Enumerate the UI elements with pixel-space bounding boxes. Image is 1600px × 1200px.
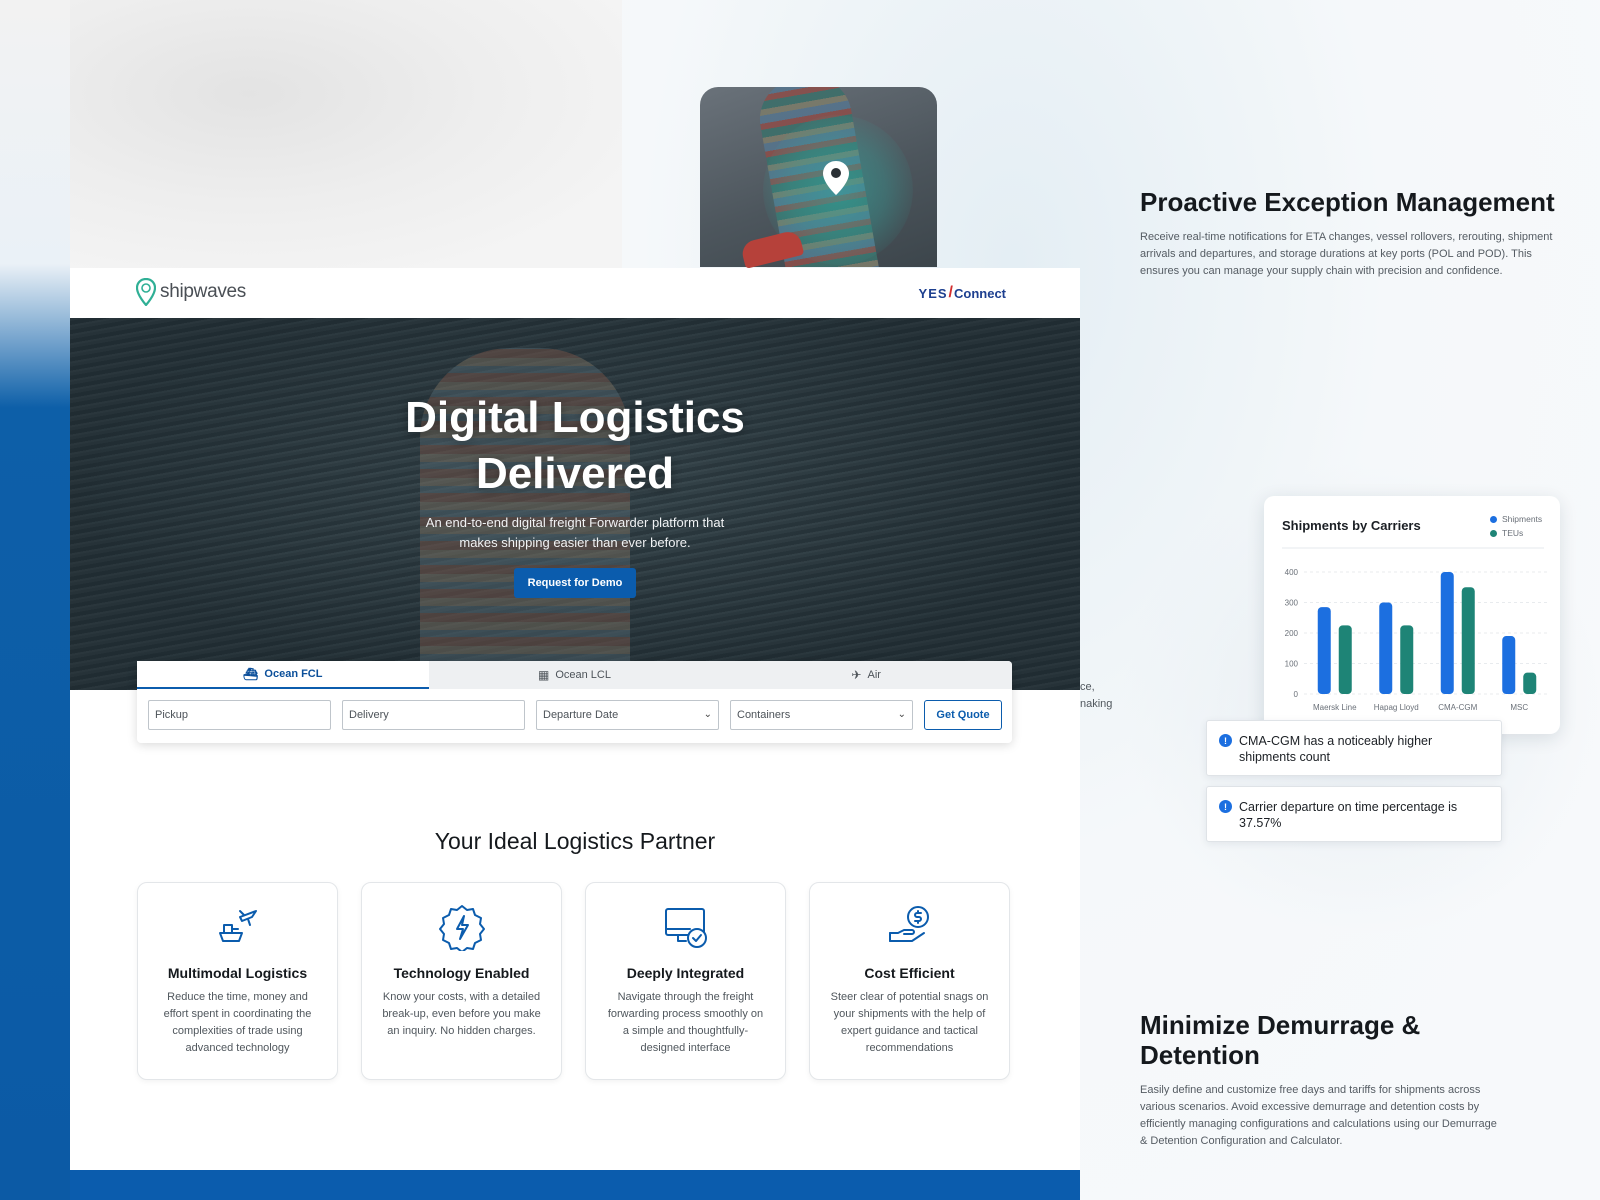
section-title: Your Ideal Logistics Partner <box>434 828 716 854</box>
site-navbar: shipwaves YES / Connect <box>70 268 1080 318</box>
tab-label: Air <box>867 669 881 681</box>
hero-title: Digital Logistics Delivered <box>70 390 1080 502</box>
insight-note: ! CMA-CGM has a noticeably higher shipme… <box>1206 720 1502 776</box>
bar-shipments <box>1502 636 1516 694</box>
card-technology-enabled: Technology Enabled Know your costs, with… <box>361 882 562 1080</box>
feature-title: Proactive Exception Management <box>1140 187 1555 217</box>
card-cost-efficient: Cost Efficient Steer clear of potential … <box>809 882 1010 1080</box>
bar-shipments <box>1440 572 1454 694</box>
x-tick-label: Hapag Lloyd <box>1374 703 1419 712</box>
quote-tabs: ⛴ Ocean FCL ▦ Ocean LCL ✈ Air <box>137 661 1012 689</box>
card-title: Cost Efficient <box>864 965 955 981</box>
delivery-input[interactable]: Delivery <box>342 700 525 730</box>
partner-logo-connect: Connect <box>954 285 1006 301</box>
chevron-down-icon: ⌄ <box>897 709 906 720</box>
chevron-down-icon: ⌄ <box>703 709 712 720</box>
departure-date-select[interactable]: Departure Date ⌄ <box>536 700 719 730</box>
plane-icon: ✈ <box>851 668 862 682</box>
location-pin-icon <box>823 161 849 195</box>
feature-demurrage-detention: Minimize Demurrage & Detention Easily de… <box>1140 1010 1500 1150</box>
shipwaves-logo[interactable]: shipwaves <box>136 278 246 306</box>
containers-label: Containers <box>737 709 791 721</box>
card-title: Multimodal Logistics <box>167 965 308 981</box>
footer-band <box>70 1170 1080 1200</box>
monitor-check-icon <box>664 908 707 948</box>
bar-teus <box>1400 625 1414 694</box>
hero-title-text: Digital Logistics Delivered <box>405 393 745 498</box>
y-tick-label: 100 <box>1285 660 1299 669</box>
hero-subtitle: An end-to-end digital freight Forwarder … <box>425 515 725 550</box>
website-frame: shipwaves YES / Connect Digital Logistic… <box>70 268 1080 1200</box>
bar-shipments <box>1379 602 1393 694</box>
bar-teus <box>1461 587 1475 694</box>
y-tick-label: 300 <box>1285 599 1299 608</box>
note-text: CMA-CGM has a noticeably higher shipment… <box>1239 734 1433 764</box>
info-icon: ! <box>1219 800 1232 813</box>
card-description: Steer clear of potential snags on your s… <box>830 991 989 1054</box>
feature-text: Easily define and customize free days an… <box>1140 1084 1497 1147</box>
card-multimodal-logistics: Multimodal Logistics Reduce the time, mo… <box>137 882 338 1080</box>
request-demo-button[interactable]: Request for Demo <box>514 568 636 598</box>
card-description: Know your costs, with a detailed break-u… <box>382 991 541 1037</box>
background-blur-panel <box>0 0 622 268</box>
get-quote-button[interactable]: Get Quote <box>924 700 1002 730</box>
logo-text: shipwaves <box>160 281 247 302</box>
x-tick-label: MSC <box>1510 703 1528 712</box>
container-icon: ▦ <box>538 668 550 682</box>
x-tick-label: CMA-CGM <box>1438 703 1477 712</box>
quote-fields: Pickup Delivery Departure Date ⌄ Contain… <box>148 700 1002 730</box>
tab-label: Ocean FCL <box>264 668 323 680</box>
feature-text: Receive real-time notifications for ETA … <box>1140 231 1553 277</box>
card-title: Deeply Integrated <box>626 965 745 981</box>
cropped-text-line: ce, <box>1080 681 1095 693</box>
insight-note: ! Carrier departure on time percentage i… <box>1206 786 1502 842</box>
bar-chart: 0 100 200 300 400 Maersk Line Hapag Lloyd CMA-C… <box>1282 547 1550 712</box>
logo-pin-icon <box>136 278 156 306</box>
yes-connect-logo[interactable]: YES / Connect <box>919 284 1006 302</box>
background-blue-strip <box>0 0 70 1200</box>
bar-teus <box>1338 625 1352 694</box>
ship-icon: ⛴ <box>243 667 259 681</box>
card-description: Navigate through the freight forwarding … <box>607 991 764 1054</box>
card-deeply-integrated: Deeply Integrated Navigate through the f… <box>585 882 786 1080</box>
multimodal-icon <box>218 910 257 942</box>
lightning-badge-icon <box>438 905 485 951</box>
note-text: Carrier departure on time percentage is … <box>1239 800 1458 830</box>
feature-cards: Multimodal Logistics Reduce the time, mo… <box>137 882 1010 1080</box>
ship-tracking-image <box>700 87 937 267</box>
y-tick-label: 200 <box>1285 629 1299 638</box>
card-description: Reduce the time, money and effort spent … <box>163 991 312 1054</box>
tab-ocean-fcl[interactable]: ⛴ Ocean FCL <box>137 661 429 689</box>
feature-proactive-exception: Proactive Exception Management Receive r… <box>1140 187 1560 280</box>
partner-logo-yes: YES <box>918 285 948 301</box>
cropped-text-line: naking <box>1080 698 1113 710</box>
hero-section: Digital Logistics Delivered An end-to-en… <box>70 318 1080 690</box>
tab-label: Ocean LCL <box>555 669 611 681</box>
feature-title: Minimize Demurrage & Detention <box>1140 1010 1421 1070</box>
containers-select[interactable]: Containers ⌄ <box>730 700 913 730</box>
shipments-chart-card: Shipments by Carriers Shipments TEUs 0 10… <box>1264 496 1560 734</box>
info-icon: ! <box>1219 734 1232 747</box>
cropped-text: ce, naking <box>1080 679 1112 713</box>
delivery-placeholder: Delivery <box>349 709 389 721</box>
card-title: Technology Enabled <box>393 965 530 981</box>
quote-widget: ⛴ Ocean FCL ▦ Ocean LCL ✈ Air Pickup Del… <box>137 661 1012 743</box>
departure-date-label: Departure Date <box>543 709 619 721</box>
pickup-input[interactable]: Pickup <box>148 700 331 730</box>
hand-dollar-icon <box>888 906 929 942</box>
partner-logo-slash: / <box>948 284 953 301</box>
pickup-placeholder: Pickup <box>155 709 189 721</box>
x-tick-label: Maersk Line <box>1313 703 1357 712</box>
bar-teus <box>1523 672 1537 694</box>
tab-ocean-lcl[interactable]: ▦ Ocean LCL <box>429 661 721 689</box>
tab-air[interactable]: ✈ Air <box>720 661 1012 689</box>
bar-shipments <box>1317 607 1331 694</box>
y-tick-label: 0 <box>1294 690 1299 699</box>
y-tick-label: 400 <box>1285 568 1299 577</box>
